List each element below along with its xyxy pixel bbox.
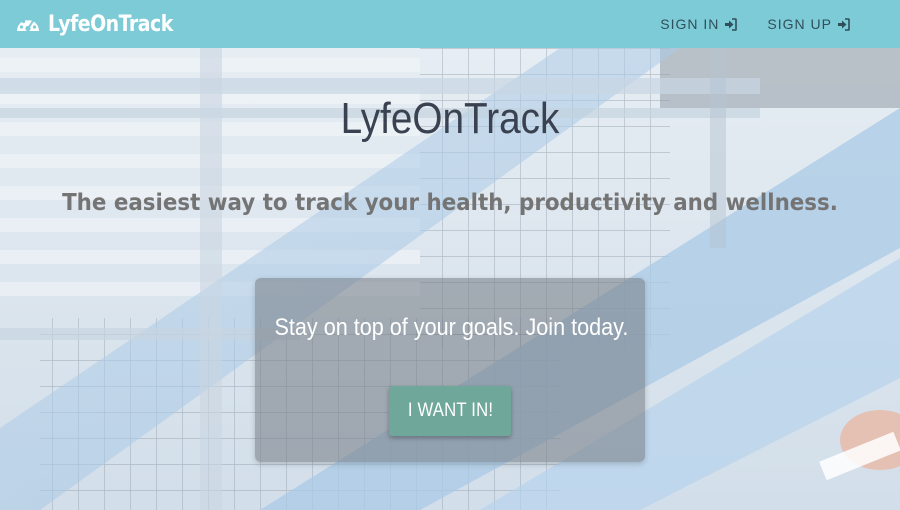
signup-cta-card: Stay on top of your goals. Join today. I… [255, 278, 645, 462]
nav-links: SIGN IN SIGN UP [660, 0, 850, 48]
navbar: LyfeOnTrack SIGN IN SIGN UP [0, 0, 900, 48]
hero-title: LyfeOnTrack [340, 94, 560, 143]
sign-in-icon [838, 17, 850, 31]
sign-in-label: SIGN IN [660, 16, 720, 32]
hero-tagline: The easiest way to track your health, pr… [62, 190, 838, 216]
sign-up-link[interactable]: SIGN UP [767, 16, 850, 32]
cta-text: Stay on top of your goals. Join today. [274, 314, 629, 341]
sign-up-label: SIGN UP [767, 16, 832, 32]
i-want-in-label: I WANT IN! [407, 400, 493, 421]
dashboard-gauge-icon [17, 17, 39, 32]
sign-in-link[interactable]: SIGN IN [660, 16, 738, 32]
landing-page: LyfeOnTrack SIGN IN SIGN UP LyfeOnTrack … [0, 0, 900, 510]
sign-in-icon [725, 17, 738, 31]
brand-link[interactable]: LyfeOnTrack [14, 8, 193, 40]
brand-name: LyfeOnTrack [48, 11, 173, 37]
i-want-in-button[interactable]: I WANT IN! [389, 386, 511, 436]
